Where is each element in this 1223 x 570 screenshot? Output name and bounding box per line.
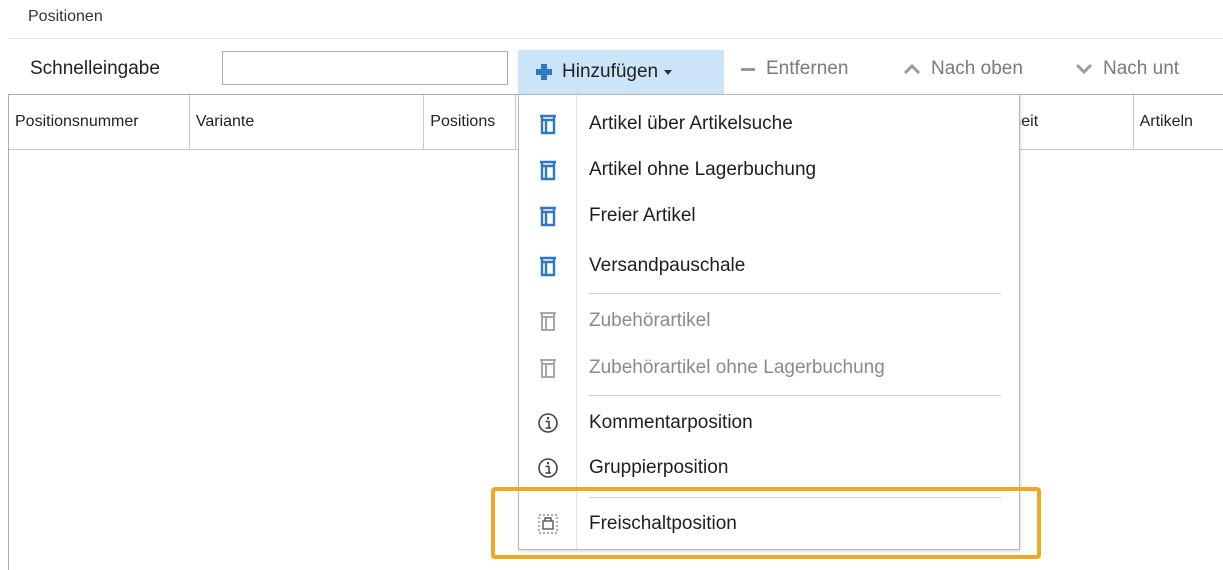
move-down-button-label: Nach unt bbox=[1103, 58, 1180, 79]
section-divider bbox=[8, 38, 1223, 39]
menu-item-gruppierposition[interactable]: Gruppierposition bbox=[519, 445, 1019, 491]
article-icon bbox=[519, 255, 577, 277]
remove-button[interactable]: Entfernen bbox=[740, 58, 848, 80]
section-title: Positionen bbox=[28, 8, 103, 25]
column-header-variante[interactable]: Variante bbox=[190, 95, 425, 149]
column-header-einheit[interactable]: heit bbox=[1010, 95, 1134, 149]
remove-button-label: Entfernen bbox=[766, 58, 849, 79]
menu-item-freier-artikel[interactable]: Freier Artikel bbox=[519, 193, 1019, 239]
article-icon bbox=[519, 357, 577, 379]
chevron-up-icon bbox=[903, 62, 921, 76]
chevron-down-icon bbox=[1075, 62, 1093, 76]
chevron-down-icon bbox=[664, 69, 673, 75]
menu-separator bbox=[589, 395, 1001, 396]
column-header-positions[interactable]: Positions bbox=[424, 95, 516, 149]
menu-item-zubehoerartikel[interactable]: Zubehörartikel bbox=[519, 298, 1019, 344]
article-icon bbox=[519, 159, 577, 181]
add-dropdown-menu: Artikel über Artikelsuche Artikel ohne L… bbox=[518, 94, 1020, 550]
menu-item-label: Freier Artikel bbox=[589, 205, 696, 226]
menu-item-label: Versandpauschale bbox=[589, 255, 746, 276]
highlight-frame bbox=[491, 487, 1041, 559]
add-button[interactable]: Hinzufügen bbox=[518, 50, 724, 94]
menu-item-label: Artikel über Artikelsuche bbox=[589, 113, 793, 134]
quick-entry-label: Schnelleingabe bbox=[30, 58, 160, 79]
article-icon bbox=[519, 113, 577, 135]
menu-item-artikel-ohne-lagerbuchung[interactable]: Artikel ohne Lagerbuchung bbox=[519, 147, 1019, 193]
article-icon bbox=[519, 310, 577, 332]
menu-item-label: Zubehörartikel ohne Lagerbuchung bbox=[589, 357, 885, 378]
info-icon bbox=[519, 457, 577, 479]
menu-item-kommentarposition[interactable]: Kommentarposition bbox=[519, 400, 1019, 446]
quick-entry-input[interactable] bbox=[222, 51, 508, 85]
menu-item-zubehoerartikel-ohne-lagerbuchung[interactable]: Zubehörartikel ohne Lagerbuchung bbox=[519, 345, 1019, 391]
plus-icon bbox=[536, 64, 552, 80]
column-header-artikelnummer[interactable]: Artikeln bbox=[1134, 95, 1223, 149]
info-icon bbox=[519, 412, 577, 434]
move-up-button-label: Nach oben bbox=[931, 58, 1023, 79]
menu-item-artikel-ueber-artikelsuche[interactable]: Artikel über Artikelsuche bbox=[519, 101, 1019, 147]
menu-item-versandpauschale[interactable]: Versandpauschale bbox=[519, 243, 1019, 289]
menu-separator bbox=[589, 293, 1001, 294]
menu-item-label: Artikel ohne Lagerbuchung bbox=[589, 159, 817, 180]
column-header-positionsnummer[interactable]: Positionsnummer bbox=[9, 95, 190, 149]
menu-item-label: Zubehörartikel bbox=[589, 310, 711, 331]
minus-icon bbox=[740, 61, 756, 77]
menu-item-label: Kommentarposition bbox=[589, 412, 753, 433]
menu-item-label: Gruppierposition bbox=[589, 457, 729, 478]
article-icon bbox=[519, 205, 577, 227]
move-down-button[interactable]: Nach unt bbox=[1075, 58, 1179, 80]
add-button-label: Hinzufügen bbox=[562, 61, 659, 82]
move-up-button[interactable]: Nach oben bbox=[903, 58, 1023, 80]
